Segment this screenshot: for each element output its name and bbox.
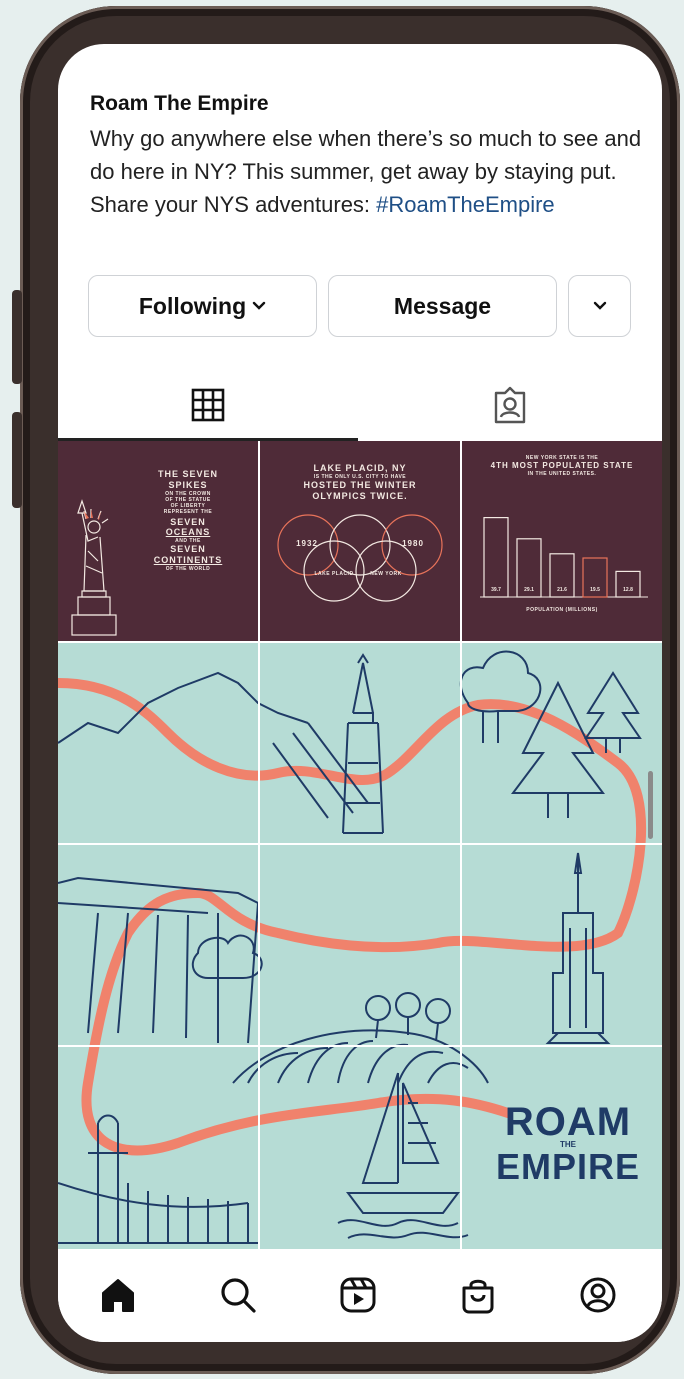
liberty-line6: REPRESENT THE: [163, 508, 213, 515]
bottom-navigation: [58, 1249, 662, 1342]
post-waterfall[interactable]: [58, 845, 258, 1045]
year-1932: 1932: [296, 539, 318, 548]
bar-pennsylvania: [615, 570, 641, 598]
post-trees[interactable]: [462, 643, 662, 843]
liberty-line1: THE SEVEN: [157, 469, 218, 479]
population-xlabel: POPULATION (MILLIONS): [526, 607, 598, 613]
nav-home[interactable]: [94, 1271, 142, 1319]
post-lake-placid[interactable]: LAKE PLACID, NY IS THE ONLY U.S. CITY TO…: [260, 441, 460, 641]
volume-up-button: [12, 290, 22, 384]
reels-icon: [340, 1277, 376, 1313]
bar-value-label: 21.6: [557, 587, 567, 593]
chevron-down-icon: [593, 301, 606, 310]
liberty-line8: OCEANS: [165, 527, 211, 538]
volume-down-button: [12, 412, 22, 508]
scrollbar[interactable]: [648, 771, 653, 839]
tab-posts-grid[interactable]: [58, 369, 358, 441]
tagged-icon: [494, 386, 526, 424]
liberty-line12: OF THE WORLD: [165, 565, 211, 572]
home-icon: [102, 1279, 134, 1312]
nav-shop[interactable]: [454, 1271, 502, 1319]
label-lake-placid: LAKE PLACID: [314, 571, 354, 577]
shop-icon: [462, 1279, 494, 1314]
posts-grid: THE SEVEN SPIKES ON THE CROWN OF THE STA…: [58, 441, 662, 1249]
profile-bio: Roam The Empire Why go anywhere else whe…: [90, 92, 650, 221]
bar-value-label: 29.1: [524, 587, 534, 593]
bio-body: Why go anywhere else when there’s so muc…: [90, 126, 642, 217]
message-button[interactable]: Message: [328, 275, 557, 337]
year-1980: 1980: [402, 539, 424, 548]
message-label: Message: [393, 292, 492, 319]
post-mountains[interactable]: [58, 643, 258, 843]
post-empire-state[interactable]: [462, 845, 662, 1045]
post-lighthouse[interactable]: [260, 643, 460, 843]
post-vineyard[interactable]: [260, 845, 460, 1045]
liberty-line11: CONTINENTS: [153, 554, 223, 565]
suggested-accounts-button[interactable]: [568, 275, 631, 337]
label-new-york: NEW YORK: [370, 571, 402, 577]
search-icon: [221, 1278, 256, 1313]
post-logo[interactable]: [462, 1047, 662, 1249]
nav-reels[interactable]: [334, 1271, 382, 1319]
bar-california: [483, 516, 509, 598]
bar-value-label: 12.8: [623, 587, 633, 593]
post-liberty[interactable]: THE SEVEN SPIKES ON THE CROWN OF THE STA…: [58, 441, 258, 641]
nav-profile[interactable]: [574, 1271, 622, 1319]
profile-tabs: [58, 369, 662, 441]
liberty-line10: SEVEN: [170, 544, 206, 555]
grid-icon: [191, 388, 225, 422]
profile-actions: Following Message: [88, 275, 632, 339]
nav-search[interactable]: [214, 1271, 262, 1319]
following-button[interactable]: Following: [88, 275, 317, 337]
post-sailboat[interactable]: [260, 1047, 460, 1249]
bar-value-label: 39.7: [491, 587, 501, 593]
profile-icon: [580, 1277, 616, 1313]
following-label: Following: [138, 292, 247, 319]
post-bridge[interactable]: [58, 1047, 258, 1249]
liberty-line2: SPIKES: [168, 479, 208, 490]
post-population-chart[interactable]: NEW YORK STATE IS THE 4TH MOST POPULATED…: [462, 441, 662, 641]
bio-text: Why go anywhere else when there’s so muc…: [90, 122, 650, 221]
chevron-down-icon: [252, 301, 266, 310]
liberty-line7: SEVEN: [170, 516, 206, 527]
profile-name: Roam The Empire: [90, 92, 269, 115]
screen: Roam The Empire Why go anywhere else whe…: [58, 44, 662, 1342]
tab-tagged[interactable]: [358, 369, 662, 441]
bar-value-label: 19.5: [590, 587, 600, 593]
hashtag-link[interactable]: #RoamTheEmpire: [376, 192, 555, 217]
